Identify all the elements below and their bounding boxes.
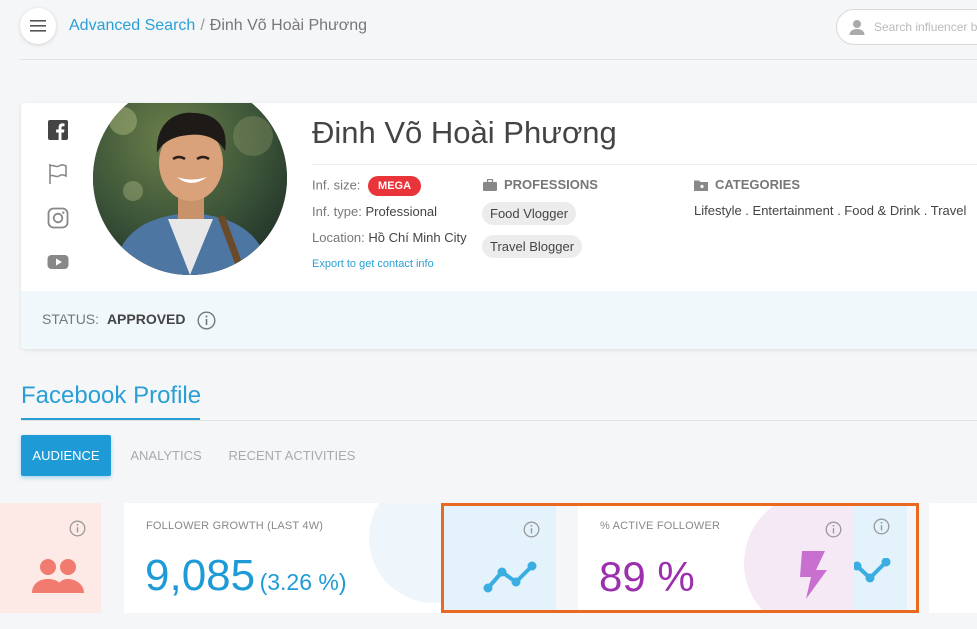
inf-type-row: Inf. type: Professional [312,204,437,219]
hamburger-icon [30,20,46,32]
status-value: APPROVED [106,311,186,328]
inf-size-label: Inf. size: [312,177,361,193]
breadcrumb: Advanced Search / Đinh Võ Hoài Phương [69,17,367,35]
profession-chip[interactable]: Travel Blogger [482,235,583,258]
briefcase-icon [483,178,497,191]
professions-heading: PROFESSIONS [483,177,598,192]
highlight-box [441,503,919,613]
social-icons [47,119,71,295]
folder-icon [694,180,708,191]
breadcrumb-current: Đinh Võ Hoài Phương [209,17,368,34]
search-input[interactable] [872,19,977,35]
profession-chip[interactable]: Food Vlogger [482,202,577,225]
stat-card-partial-next [929,503,977,613]
menu-button[interactable] [20,8,56,44]
follower-growth-label: FOLLOWER GROWTH (LAST 4W) [146,520,324,532]
info-icon[interactable] [197,311,216,330]
inf-size-row: Inf. size: MEGA [312,176,422,196]
location-label: Location: [312,230,365,245]
follower-growth-change: (3.26 %) [259,569,347,595]
status-row: STATUS: APPROVED [42,311,216,330]
status-bar: STATUS: APPROVED [21,291,977,349]
inf-size-badge: MEGA [368,176,422,196]
categories-value: Lifestyle . Entertainment . Food & Drink… [694,203,967,218]
flag-icon[interactable] [47,163,71,187]
location-value: Hồ Chí Minh City [368,230,467,245]
youtube-icon[interactable] [47,251,71,275]
categories-heading: CATEGORIES [694,177,800,192]
avatar [93,103,287,275]
export-contact-link[interactable]: Export to get contact info [312,258,434,270]
inf-type-value: Professional [365,204,438,219]
name-divider [312,164,977,165]
search-box[interactable] [836,9,977,45]
user-icon [849,20,865,35]
tab-analytics[interactable]: ANALYTICS [122,435,210,476]
top-divider [20,59,977,60]
professions-heading-label: PROFESSIONS [504,177,598,192]
influencer-name: Đinh Võ Hoài Phương [312,115,617,150]
section-divider [21,420,977,421]
tab-audience[interactable]: AUDIENCE [21,435,111,476]
breadcrumb-separator: / [200,17,205,34]
section-title: Facebook Profile [21,382,202,409]
breadcrumb-advanced-search[interactable]: Advanced Search [69,17,195,34]
status-label: STATUS: [42,311,100,328]
inf-type-label: Inf. type: [312,204,362,219]
facebook-icon[interactable] [47,119,71,143]
tab-recent-activities[interactable]: RECENT ACTIVITIES [224,435,360,476]
info-icon[interactable] [69,520,86,537]
follower-growth-value: 9,085 [145,551,256,600]
section-title-underline [21,418,200,420]
location-row: Location: Hồ Chí Minh City [312,230,467,245]
users-icon [32,559,84,593]
stat-card-followers [0,503,101,613]
profile-card: Đinh Võ Hoài Phương Inf. size: MEGA Inf.… [21,103,977,349]
follower-growth-value-row: 9,085 (3.26 %) [145,551,347,601]
instagram-icon[interactable] [47,207,71,231]
categories-heading-label: CATEGORIES [715,177,800,192]
